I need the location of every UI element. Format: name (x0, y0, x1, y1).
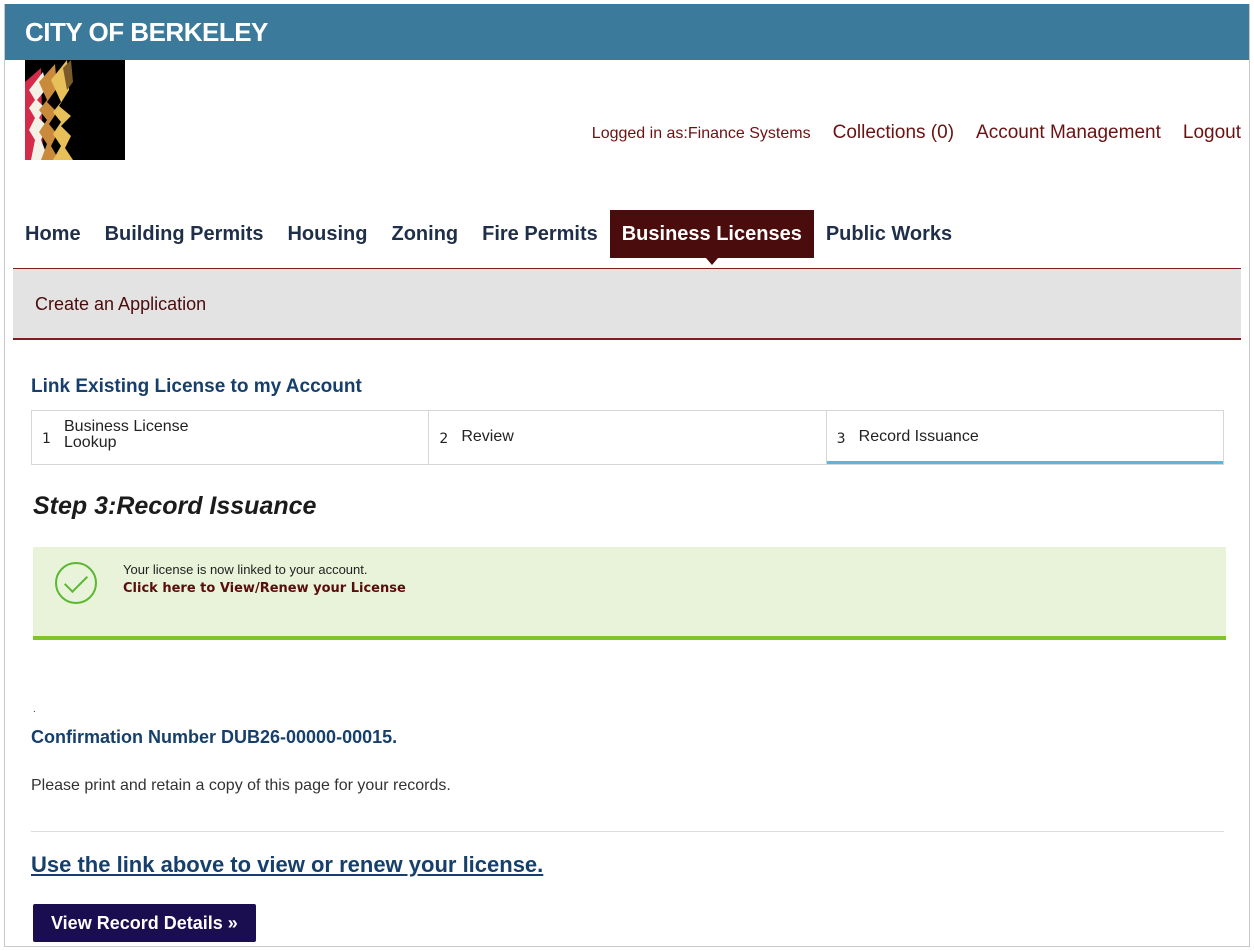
retain-instructions: Please print and retain a copy of this p… (31, 777, 451, 794)
step-3-current: 3 Record Issuance (826, 411, 1223, 464)
tab-business-licenses[interactable]: Business Licenses (609, 210, 814, 265)
view-record-details-button[interactable]: View Record Details » (33, 904, 256, 942)
step-label: Business License Lookup (64, 418, 189, 451)
tab-building-permits[interactable]: Building Permits (93, 210, 276, 258)
user-nav: Logged in as:Finance Systems Collections… (592, 122, 1241, 144)
tab-public-works[interactable]: Public Works (814, 210, 964, 258)
step-number: 3 (836, 431, 846, 447)
city-logo-art (25, 60, 125, 160)
create-application-link[interactable]: Create an Application (35, 294, 206, 315)
success-notice: Your license is now linked to your accou… (33, 547, 1226, 640)
step-number: 2 (439, 431, 449, 447)
tab-housing[interactable]: Housing (275, 210, 379, 258)
step-2: 2 Review (429, 411, 827, 464)
success-message: Your license is now linked to your accou… (123, 562, 368, 577)
tab-zoning[interactable]: Zoning (379, 210, 470, 258)
divider (31, 831, 1224, 832)
view-renew-license-link[interactable]: Click here to View/Renew your License (123, 581, 406, 596)
logout-link[interactable]: Logout (1183, 122, 1241, 144)
step-heading: Step 3:Record Issuance (33, 492, 317, 520)
step-number: 1 (42, 431, 51, 447)
use-link-above[interactable]: Use the link above to view or renew your… (31, 852, 543, 878)
account-management-link[interactable]: Account Management (976, 122, 1161, 144)
step-label: Record Issuance (858, 428, 979, 445)
logged-in-label: Logged in as:Finance Systems (591, 125, 811, 142)
step-indicator: 1 Business License Lookup 2 Review 3 Rec… (31, 410, 1224, 465)
confirmation-number: Confirmation Number DUB26-00000-00015. (31, 727, 398, 747)
stray-dot: . (33, 704, 36, 715)
checkmark-circle-icon (55, 562, 97, 604)
sub-nav-bar: Create an Application (13, 268, 1241, 340)
collections-link[interactable]: Collections (0) (833, 122, 954, 144)
step-label: Review (461, 428, 514, 445)
section-title: Link Existing License to my Account (31, 376, 362, 397)
tab-home[interactable]: Home (13, 210, 93, 258)
site-title: CITY OF BERKELEY (25, 17, 268, 47)
site-banner: CITY OF BERKELEY (5, 4, 1249, 60)
city-logo (25, 60, 125, 160)
main-nav-tabs: Home Building Permits Housing Zoning Fir… (13, 210, 964, 265)
tab-fire-permits[interactable]: Fire Permits (470, 210, 610, 258)
page-frame: CITY OF BERKELEY Logged in as:Finance Sy… (4, 4, 1250, 947)
step-1: 1 Business License Lookup (32, 411, 430, 464)
